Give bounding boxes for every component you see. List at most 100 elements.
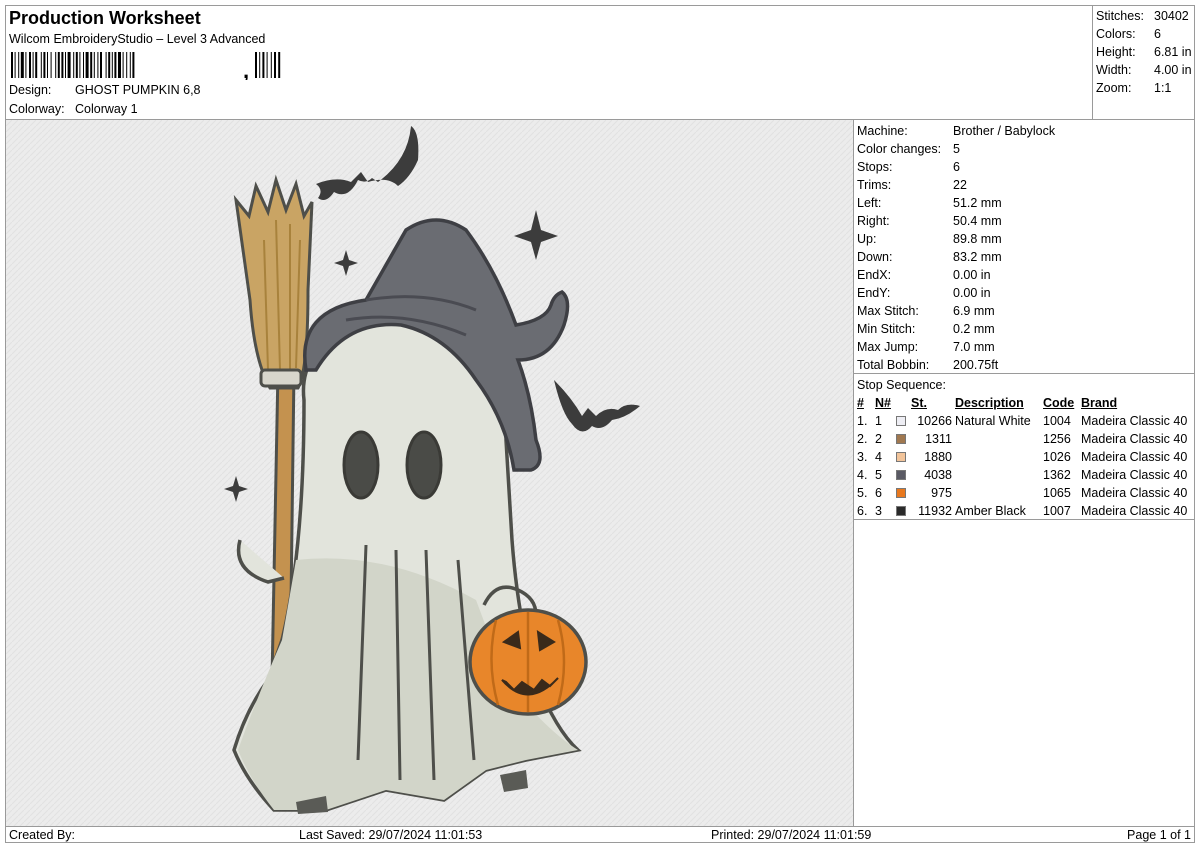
thread-code: 1256	[1043, 432, 1071, 446]
summary-row: Zoom: 1:1	[1096, 79, 1194, 97]
stop-sequence-title: Stop Sequence:	[857, 378, 946, 392]
printed-date: Printed: 29/07/2024 11:01:59	[711, 828, 872, 842]
created-by: Created By:	[9, 828, 76, 842]
machine-row: Color changes: 5	[857, 140, 1194, 158]
color-swatch	[896, 466, 911, 484]
stitch-count: 4038	[924, 468, 952, 482]
color-description	[952, 448, 1040, 466]
thread-brand: Madeira Classic 40	[1081, 486, 1188, 500]
needle-number: 4	[875, 450, 882, 464]
last-saved: Last Saved: 29/07/2024 11:01:53	[299, 828, 483, 842]
worksheet-footer: Created By: Last Saved: 29/07/2024 11:01…	[6, 827, 1194, 843]
machine-label: Max Stitch:	[857, 304, 919, 318]
barcode-bar	[114, 52, 117, 78]
table-row: 6. 3 11932 Amber Black 1007 Madeira Classic 4…	[857, 502, 1187, 520]
machine-row: Stops: 6	[857, 158, 1194, 176]
machine-label: EndX:	[857, 268, 892, 282]
thread-code: 1362	[1043, 468, 1071, 482]
design-artwork	[6, 120, 853, 826]
barcode-bar	[132, 52, 135, 78]
barcode-bar	[270, 52, 272, 78]
barcode-bar	[65, 52, 66, 78]
machine-row: Left: 51.2 mm	[857, 194, 1194, 212]
color-swatch-icon	[896, 506, 906, 516]
stop-sequence-table: # N# St. Description Code Brand 1. 1 10266…	[857, 394, 1187, 520]
stop-sequence: Stop Sequence: # N# St. Description Code…	[854, 375, 1194, 520]
stop-index: 5.	[857, 486, 868, 500]
machine-value: 0.2 mm	[953, 322, 995, 336]
color-swatch-icon	[896, 416, 906, 426]
worksheet-header: Production Worksheet Wilcom EmbroiderySt…	[6, 6, 1092, 119]
color-swatch-icon	[896, 470, 906, 480]
summary-row: Colors: 6	[1096, 25, 1194, 43]
barcode-bar	[29, 52, 31, 78]
barcode-bar	[118, 52, 121, 78]
thread-code: 1007	[1043, 504, 1071, 518]
stop-index: 2.	[857, 432, 868, 446]
thread-code: 1004	[1043, 414, 1071, 428]
color-description: Amber Black	[955, 504, 1026, 518]
color-swatch	[896, 412, 911, 430]
summary-row: Width: 4.00 in	[1096, 61, 1194, 79]
color-swatch	[896, 448, 911, 466]
stitch-count: 1311	[925, 432, 952, 446]
colorway-value: Colorway 1	[75, 102, 138, 116]
machine-value: 89.8 mm	[953, 232, 1002, 246]
barcode-bar	[129, 52, 131, 78]
machine-value: 22	[953, 178, 967, 192]
thread-code: 1026	[1043, 450, 1071, 464]
color-description	[952, 484, 1040, 502]
machine-label: Total Bobbin:	[857, 358, 930, 372]
summary-label: Width:	[1096, 63, 1132, 77]
machine-value: 6.9 mm	[953, 304, 995, 318]
summary-label: Stitches:	[1096, 9, 1144, 23]
machine-row: EndX: 0.00 in	[857, 266, 1194, 284]
machine-label: Right:	[857, 214, 890, 228]
barcode-suffix: ,	[243, 58, 249, 80]
machine-row: Machine: Brother / Babylock	[857, 122, 1194, 140]
machine-row: Min Stitch: 0.2 mm	[857, 320, 1194, 338]
barcode-bar	[266, 52, 268, 78]
barcode-bar	[43, 52, 46, 78]
barcode-bar	[105, 52, 107, 78]
color-swatch	[896, 484, 911, 502]
machine-row: EndY: 0.00 in	[857, 284, 1194, 302]
stop-index: 1.	[857, 414, 868, 428]
machine-value: Brother / Babylock	[953, 124, 1056, 138]
barcode-bar	[100, 52, 102, 78]
barcode-bar	[255, 52, 257, 78]
machine-value: 51.2 mm	[953, 196, 1002, 210]
barcode-bar	[79, 52, 81, 78]
color-swatch	[896, 430, 911, 448]
summary-label: Height:	[1096, 45, 1136, 59]
design-preview	[6, 120, 854, 826]
machine-label: Down:	[857, 250, 893, 264]
color-description: Natural White	[955, 414, 1031, 428]
machine-label: Stops:	[857, 160, 893, 174]
software-name: Wilcom EmbroideryStudio – Level 3 Advanc…	[9, 32, 266, 46]
summary-label: Colors:	[1096, 27, 1136, 41]
barcode-bar	[50, 52, 52, 78]
barcode-bar	[67, 52, 71, 78]
barcode-bar	[55, 52, 57, 78]
barcode-bar	[262, 52, 265, 78]
thread-brand: Madeira Classic 40	[1081, 450, 1188, 464]
machine-value: 200.75ft	[953, 358, 999, 372]
barcode-bar	[93, 52, 95, 78]
machine-value: 0.00 in	[953, 268, 991, 282]
barcode-bar	[18, 52, 20, 78]
barcode-bar	[83, 52, 84, 78]
barcode-bar	[14, 52, 16, 78]
barcode-bar	[73, 52, 75, 78]
machine-label: Left:	[857, 196, 882, 210]
machine-label: Machine:	[857, 124, 908, 138]
needle-number: 5	[875, 468, 882, 482]
table-row: 5. 6 975 1065 Madeira Classic 40	[857, 484, 1187, 502]
summary-panel: Stitches: 30402 Colors: 6 Height: 6.81 in W…	[1092, 6, 1194, 119]
barcode-bar	[47, 52, 48, 78]
info-panel: Machine: Brother / Babylock Color changes…	[854, 120, 1194, 826]
barcode-bar	[126, 52, 128, 78]
summary-value: 1:1	[1154, 81, 1172, 95]
color-swatch-icon	[896, 434, 906, 444]
machine-row: Max Stitch: 6.9 mm	[857, 302, 1194, 320]
